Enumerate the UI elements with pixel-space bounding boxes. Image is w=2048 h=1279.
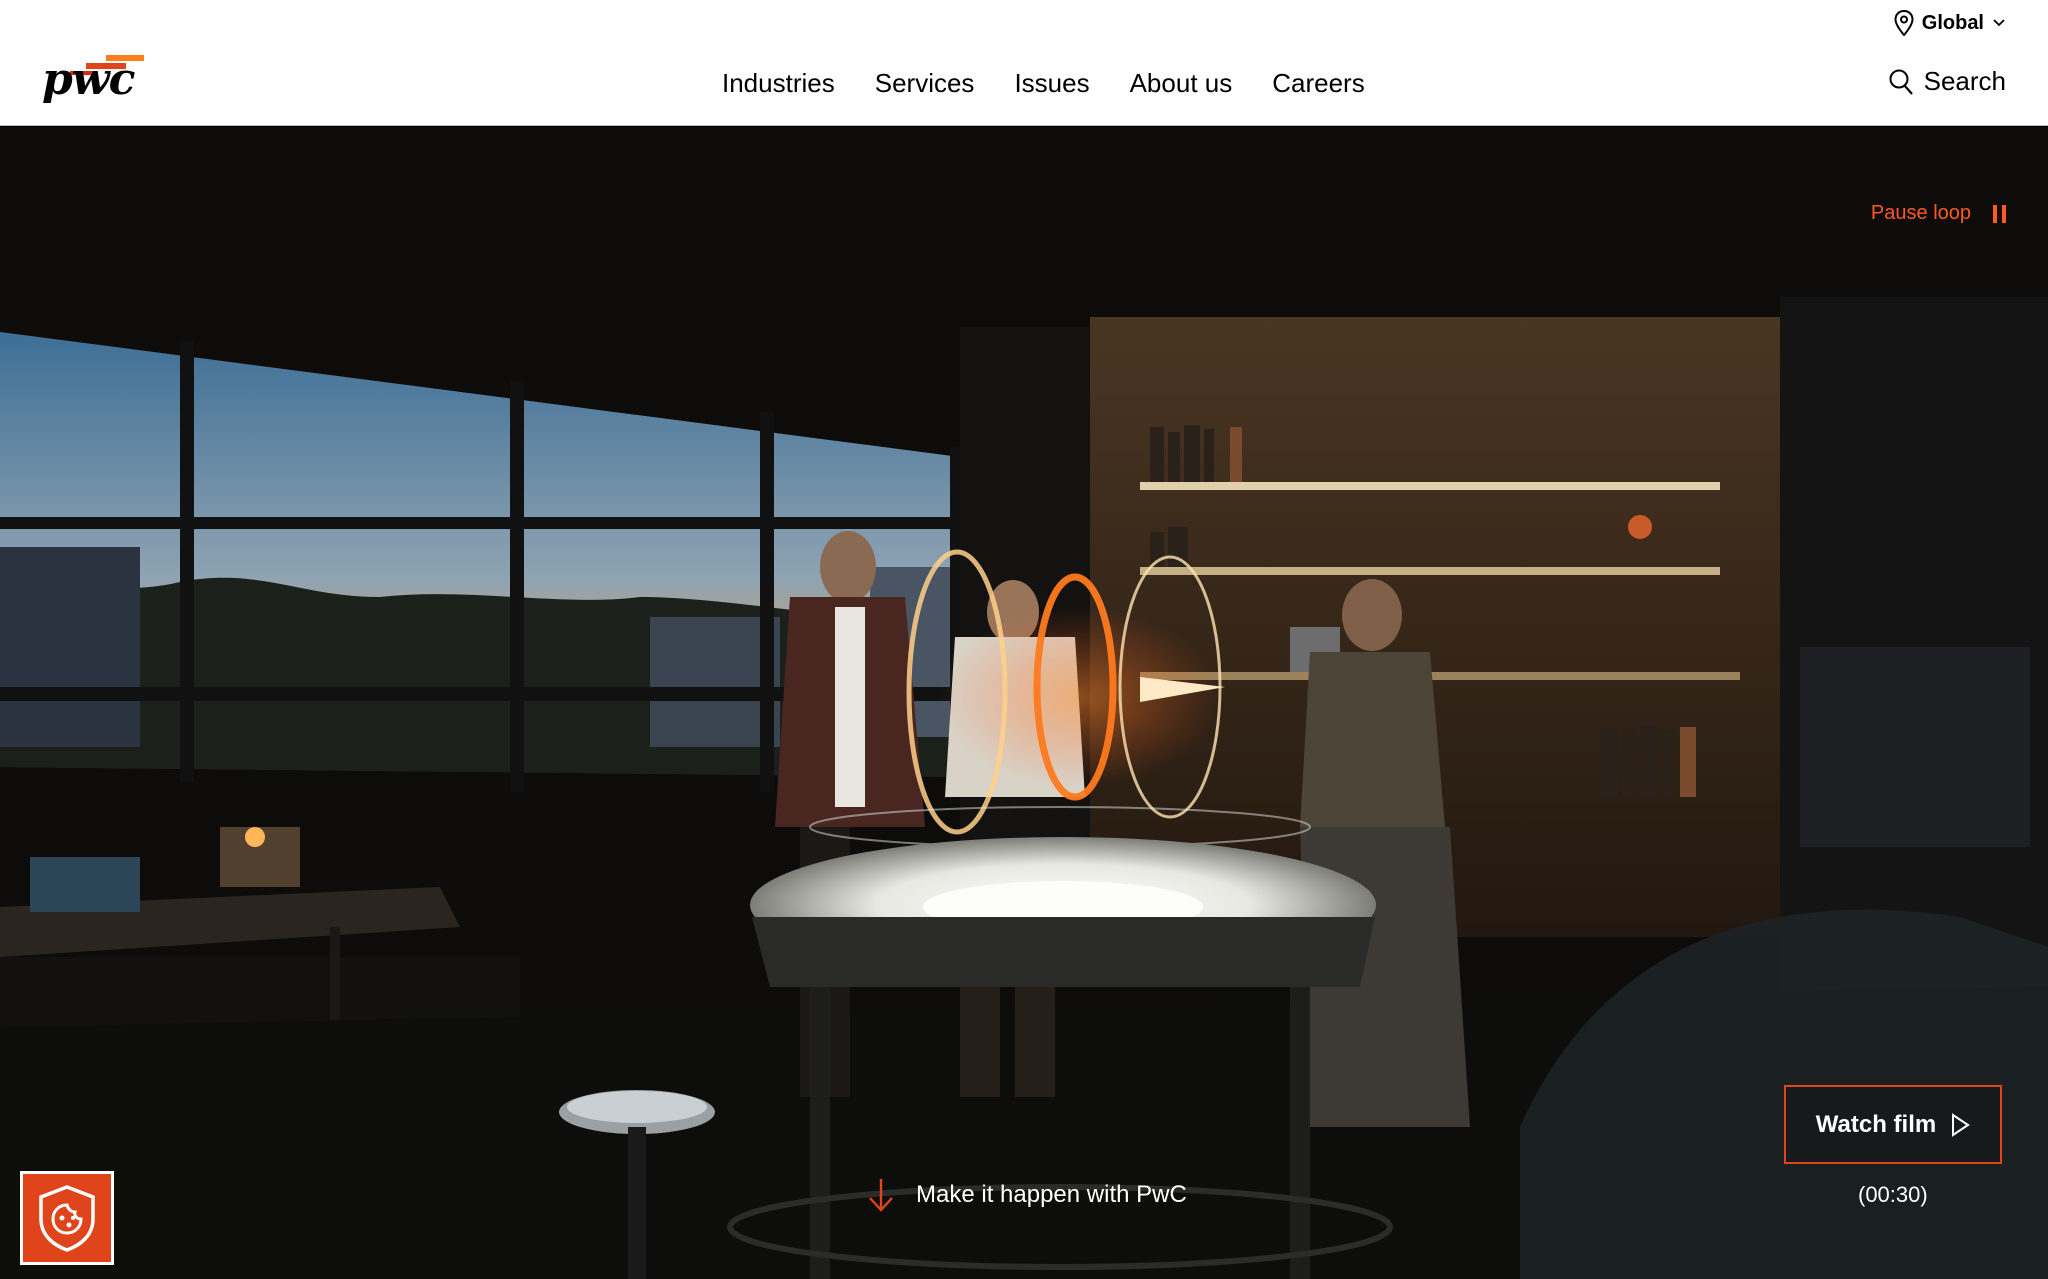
pause-loop-label: Pause loop (1870, 202, 1971, 224)
watch-film-button[interactable]: Watch film (1784, 1085, 2002, 1164)
nav-item-about-us[interactable]: About us (1110, 66, 1253, 100)
pause-icon (1993, 204, 2006, 223)
chevron-down-icon (1993, 19, 2005, 27)
nav-item-services[interactable]: Services (855, 66, 995, 100)
pwc-logo[interactable]: pwc (42, 50, 152, 108)
hero-video: Pause loop Watch film (00:30) Make it ha… (0, 127, 2048, 1279)
play-icon (1952, 1112, 1971, 1137)
film-duration: (00:30) (1858, 1182, 1928, 1207)
nav-item-industries[interactable]: Industries (722, 66, 855, 100)
scroll-cta-label: Make it happen with PwC (916, 1181, 1187, 1208)
hero-scene (0, 127, 2048, 1279)
search-button[interactable]: Search (1888, 66, 2006, 97)
nav-item-careers[interactable]: Careers (1252, 66, 1384, 100)
logo-wordmark: pwc (42, 54, 135, 105)
location-pin-icon (1894, 10, 1914, 36)
region-selector[interactable]: Global (1894, 10, 2006, 36)
site-header: pwc Industries Services Issues About us … (0, 0, 2048, 126)
cookie-settings-button[interactable] (20, 1171, 114, 1265)
nav-item-issues[interactable]: Issues (994, 66, 1109, 100)
pause-loop-button[interactable]: Pause loop (1871, 202, 2006, 225)
search-icon (1889, 69, 1913, 95)
main-nav: Industries Services Issues About us Care… (722, 66, 1385, 100)
arrow-down-icon (869, 1179, 893, 1212)
scroll-cta-link[interactable]: Make it happen with PwC (866, 1177, 1187, 1213)
cookie-shield-icon (39, 1185, 95, 1252)
watch-film-label: Watch film (1815, 1110, 1937, 1138)
search-label: Search (1923, 66, 2006, 96)
region-label: Global (1921, 11, 1984, 34)
